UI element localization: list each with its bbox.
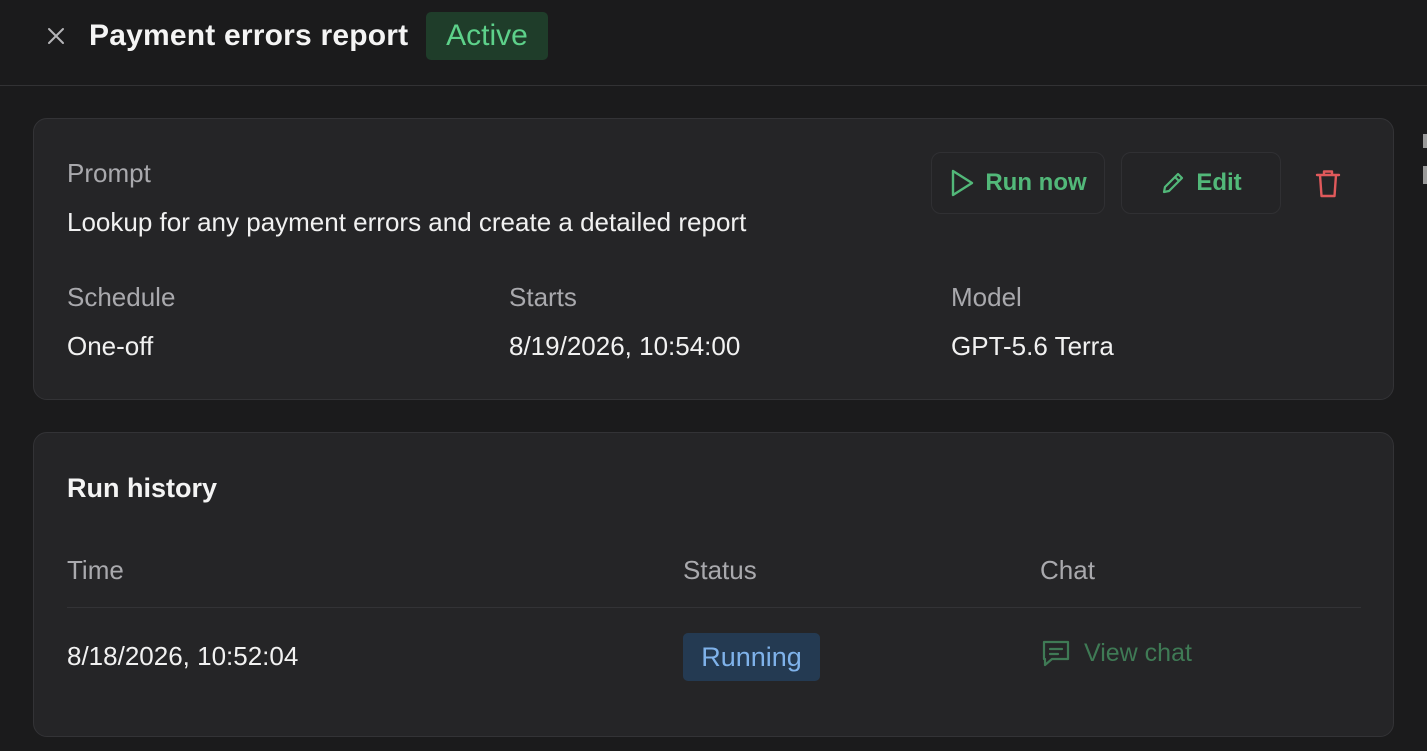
page-header: Payment errors report Active [0,0,1427,86]
run-now-button[interactable]: Run now [931,152,1105,214]
column-header-status: Status [683,555,757,585]
model-value: GPT-5.6 Terra [951,331,1114,361]
scrollbar-marker [1423,134,1427,148]
column-header-chat: Chat [1040,555,1095,585]
view-chat-link[interactable]: View chat [1040,636,1192,670]
prompt-card: Prompt Lookup for any payment errors and… [33,118,1394,400]
starts-value: 8/19/2026, 10:54:00 [509,331,741,361]
edit-button[interactable]: Edit [1121,152,1281,214]
status-badge: Active [426,12,548,60]
schedule-label: Schedule [67,282,176,312]
pencil-icon [1163,172,1184,194]
close-button[interactable] [44,24,68,48]
trash-icon [1315,170,1341,198]
run-now-label: Run now [985,169,1087,196]
delete-button[interactable] [1312,167,1344,201]
model-label: Model [951,282,1022,312]
prompt-text: Lookup for any payment errors and create… [67,207,747,237]
prompt-label: Prompt [67,158,151,188]
page-title: Payment errors report [89,19,409,52]
run-history-card: Run history Time Status Chat 8/18/2026, … [33,432,1394,737]
run-status-badge: Running [683,633,820,681]
scrollbar-marker [1423,166,1427,184]
column-header-time: Time [67,555,124,585]
view-chat-label: View chat [1084,638,1192,667]
close-icon [48,28,64,44]
starts-label: Starts [509,282,577,312]
run-time: 8/18/2026, 10:52:04 [67,641,299,671]
run-history-title: Run history [67,473,218,503]
edit-label: Edit [1196,169,1242,196]
schedule-value: One-off [67,331,154,361]
chat-bubble-icon [1042,640,1070,667]
play-icon [952,169,974,197]
table-divider [67,607,1361,608]
